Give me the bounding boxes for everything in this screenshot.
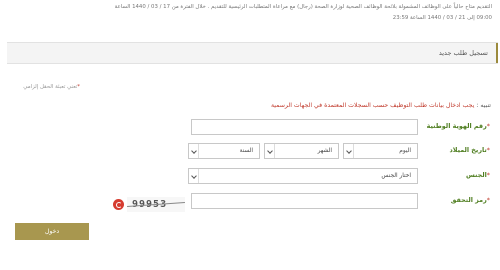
required-star: *	[77, 84, 80, 90]
refresh-captcha-icon[interactable]	[113, 199, 124, 210]
birth-day-value: اليوم	[399, 148, 411, 154]
birth-day-select[interactable]: اليوم	[343, 143, 418, 159]
required-star: *	[486, 146, 490, 154]
birth-date-label-text: تاريخ الميلاد	[449, 146, 487, 154]
warning-text: يجب ادخال بيانات طلب التوظيف حسب السجلات…	[270, 102, 475, 109]
application-notice: التقديم متاح حالياً على الوظائف المشمولة…	[4, 2, 492, 24]
birth-month-select[interactable]: الشهر	[264, 143, 339, 159]
captcha-input[interactable]	[191, 193, 418, 209]
chevron-down-icon	[189, 169, 199, 183]
captcha-label-text: رمز التحقق	[450, 196, 487, 204]
warning-lead: تنبيه :	[474, 102, 491, 109]
captcha-image: 99953	[127, 197, 185, 212]
birth-year-select[interactable]: السنة	[188, 143, 260, 159]
panel-title: تسجيل طلب جديد	[438, 49, 488, 57]
national-id-label-text: رقم الهوية الوطنية	[426, 122, 487, 130]
national-id-label: *رقم الهوية الوطنية	[427, 122, 490, 130]
chevron-down-icon	[189, 144, 199, 158]
required-star: *	[486, 196, 490, 204]
chevron-down-icon	[344, 144, 354, 158]
gender-value: اختار الجنس	[381, 173, 411, 179]
required-star: *	[486, 122, 490, 130]
required-note-text: تعني تعبئة الحقل إلزامي	[23, 84, 78, 90]
gender-select[interactable]: اختار الجنس	[188, 168, 418, 184]
panel-header: تسجيل طلب جديد	[7, 42, 498, 64]
login-button[interactable]: دخول	[15, 223, 89, 240]
gender-label-text: الجنس	[465, 171, 487, 179]
warning-message: تنبيه : يجب ادخال بيانات طلب التوظيف حسب…	[271, 102, 491, 109]
panel-accent-bar	[496, 43, 498, 63]
required-fields-note: *تعني تعبئة الحقل إلزامي	[23, 84, 80, 90]
captcha-label: *رمز التحقق	[451, 196, 490, 204]
required-star: *	[486, 171, 490, 179]
notice-line-1: التقديم متاح حالياً على الوظائف المشمولة…	[114, 4, 492, 10]
national-id-input[interactable]	[191, 119, 418, 135]
birth-date-label: *تاريخ الميلاد	[449, 146, 490, 154]
notice-line-2: 09:00 إلى 21 / 03 / 1440 الساعة 23:59	[392, 15, 492, 21]
birth-year-value: السنة	[239, 148, 253, 154]
birth-month-value: الشهر	[317, 148, 332, 154]
chevron-down-icon	[265, 144, 275, 158]
gender-label: *الجنس	[466, 171, 490, 179]
